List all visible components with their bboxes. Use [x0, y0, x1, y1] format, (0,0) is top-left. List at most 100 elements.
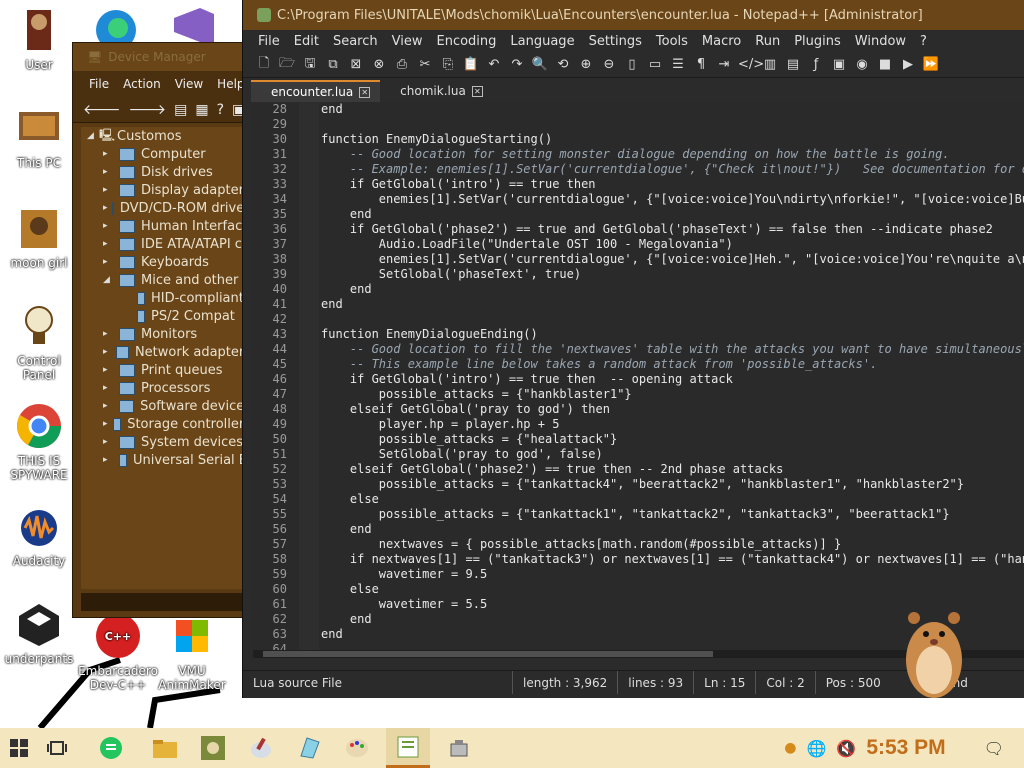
desktop-icon-devcpp[interactable]: C++ Embarcadero Dev-C++ — [78, 612, 158, 692]
collapsed-caret-icon[interactable]: ▸ — [103, 185, 115, 195]
menu-macro[interactable]: Macro — [695, 34, 748, 49]
copy-icon[interactable]: ⎘ — [439, 57, 457, 72]
code-line[interactable]: SetGlobal('pray to god', false) — [321, 447, 1024, 462]
menu-edit[interactable]: Edit — [287, 34, 326, 49]
play-macro-icon[interactable]: ▶ — [899, 57, 917, 72]
tree-item[interactable]: ▸ Monitors — [81, 325, 251, 343]
close-tab-icon[interactable]: ✕ — [471, 85, 483, 97]
menu-settings[interactable]: Settings — [582, 34, 649, 49]
new-file-icon[interactable]: 🗋 — [255, 54, 273, 76]
expanded-caret-icon[interactable]: ◢ — [87, 131, 99, 141]
zoom-in-icon[interactable]: ⊕ — [577, 57, 595, 72]
tab-encounter-lua[interactable]: encounter.lua ✕ — [251, 80, 381, 102]
save-all-icon[interactable]: ⧉ — [324, 57, 342, 72]
collapsed-caret-icon[interactable]: ▸ — [103, 329, 115, 339]
menu-search[interactable]: Search — [326, 34, 385, 49]
tree-item[interactable]: ▸ Disk drives — [81, 163, 251, 181]
collapsed-caret-icon[interactable]: ▸ — [103, 383, 115, 393]
menu-run[interactable]: Run — [748, 34, 787, 49]
zoom-out-icon[interactable]: ⊖ — [600, 57, 618, 72]
menu-help[interactable]: ? — [913, 34, 934, 49]
monitor-icon[interactable]: ▣ — [830, 57, 848, 72]
code-line[interactable]: if GetGlobal('phase2') == true and GetGl… — [321, 222, 1024, 237]
code-line[interactable]: end — [321, 102, 1024, 117]
collapsed-caret-icon[interactable]: ▸ — [103, 257, 115, 267]
forward-arrow-icon[interactable]: 🡒 — [129, 101, 167, 118]
map-icon[interactable]: ▥ — [761, 57, 779, 72]
code-line[interactable]: enemies[1].SetVar('currentdialogue', {"[… — [321, 252, 1024, 267]
horizontal-scrollbar-thumb[interactable] — [263, 651, 713, 657]
collapsed-caret-icon[interactable]: ▸ — [103, 149, 115, 159]
code-line[interactable]: enemies[1].SetVar('currentdialogue', {"[… — [321, 192, 1024, 207]
taskbar-app-paint[interactable] — [242, 728, 280, 768]
stop-macro-icon[interactable]: ■ — [876, 57, 894, 72]
fast-forward-macro-icon[interactable]: ⏩ — [922, 57, 940, 72]
redo-icon[interactable]: ↷ — [508, 57, 526, 72]
xml-icon[interactable]: </> — [738, 57, 764, 72]
device-list-icon[interactable]: ▦ — [195, 102, 208, 118]
tree-item[interactable]: ▸ Network adapters — [81, 343, 251, 361]
word-wrap-icon[interactable]: ☰ — [669, 57, 687, 72]
tree-item[interactable]: HID-compliant — [81, 289, 251, 307]
menu-view[interactable]: View — [385, 34, 430, 49]
collapsed-caret-icon[interactable]: ▸ — [103, 401, 115, 411]
open-file-icon[interactable]: 🗁 — [278, 54, 296, 76]
close-tab-icon[interactable]: ✕ — [359, 86, 371, 98]
edge-icon[interactable] — [92, 6, 140, 50]
collapsed-caret-icon[interactable]: ▸ — [103, 203, 108, 213]
taskbar-app-file-explorer[interactable] — [146, 728, 184, 768]
menu-window[interactable]: Window — [848, 34, 913, 49]
tree-item[interactable]: PS/2 Compat — [81, 307, 251, 325]
code-line[interactable]: end — [321, 297, 1024, 312]
tree-item[interactable]: ▸ Universal Serial B — [81, 451, 251, 469]
desktop-icon-audacity[interactable]: Audacity — [0, 502, 78, 568]
collapsed-caret-icon[interactable]: ▸ — [103, 167, 115, 177]
properties-icon[interactable]: ▤ — [174, 102, 187, 118]
doc-list-icon[interactable]: ▤ — [784, 57, 802, 72]
collapsed-caret-icon[interactable]: ▸ — [103, 437, 115, 447]
tree-item[interactable]: ▸ Processors — [81, 379, 251, 397]
tray-app-icon[interactable]: ● — [784, 740, 796, 756]
visual-studio-icon[interactable] — [170, 8, 218, 42]
tree-item[interactable]: ▸ Keyboards — [81, 253, 251, 271]
tree-item[interactable]: ▸ Display adapters — [81, 181, 251, 199]
tree-item[interactable]: ◢ Mice and other p — [81, 271, 251, 289]
collapsed-caret-icon[interactable]: ▸ — [103, 221, 115, 231]
show-all-characters-icon[interactable]: ¶ — [692, 57, 710, 72]
menu-plugins[interactable]: Plugins — [787, 34, 848, 49]
taskbar-app-device-manager[interactable] — [440, 728, 478, 768]
back-arrow-icon[interactable]: 🡐 — [83, 101, 121, 118]
task-view-button[interactable] — [38, 728, 76, 768]
taskbar-app-glass[interactable] — [290, 728, 328, 768]
code-line[interactable]: player.hp = player.hp + 5 — [321, 417, 1024, 432]
code-line[interactable]: end — [321, 522, 1024, 537]
menu-help[interactable]: Help — [217, 77, 244, 91]
menu-encoding[interactable]: Encoding — [429, 34, 503, 49]
volume-muted-icon[interactable]: 🔇 — [836, 739, 856, 758]
undo-icon[interactable]: ↶ — [485, 57, 503, 72]
menu-tools[interactable]: Tools — [649, 34, 695, 49]
collapsed-caret-icon[interactable]: ▸ — [103, 347, 112, 357]
close-all-icon[interactable]: ⊗ — [370, 57, 388, 72]
menu-action[interactable]: Action — [123, 77, 161, 91]
device-manager-titlebar[interactable]: 🖥 Device Manager — [73, 43, 251, 71]
code-line[interactable]: elseif GetGlobal('pray to god') then — [321, 402, 1024, 417]
tree-item[interactable]: ▸ Print queues — [81, 361, 251, 379]
collapsed-caret-icon[interactable]: ▸ — [103, 365, 115, 375]
tree-item[interactable]: ▸ DVD/CD-ROM drives — [81, 199, 251, 217]
notifications-icon[interactable]: 🗨 — [984, 739, 1004, 758]
code-line[interactable]: end — [321, 282, 1024, 297]
network-globe-icon[interactable]: 🌐 — [806, 739, 826, 758]
code-line[interactable]: else — [321, 582, 1024, 597]
code-line[interactable]: nextwaves = { possible_attacks[math.rand… — [321, 537, 1024, 552]
code-line[interactable]: Audio.LoadFile("Undertale OST 100 - Mega… — [321, 237, 1024, 252]
code-editor[interactable]: 28 29 30 31 32 33 34 35 36 37 38 39 40 41 42 43 44 45 46 47… — [253, 102, 1024, 650]
code-line[interactable]: SetGlobal('phaseText', true) — [321, 267, 1024, 282]
tree-item[interactable]: ▸ Human Interface — [81, 217, 251, 235]
menu-language[interactable]: Language — [503, 34, 581, 49]
close-icon[interactable]: ⊠ — [347, 57, 365, 72]
function-list-icon[interactable]: ƒ — [807, 57, 825, 72]
code-line[interactable]: possible_attacks = {"tankattack1", "tank… — [321, 507, 1024, 522]
replace-icon[interactable]: ⟲ — [554, 57, 572, 72]
desktop-icon-user[interactable]: User — [0, 6, 78, 72]
